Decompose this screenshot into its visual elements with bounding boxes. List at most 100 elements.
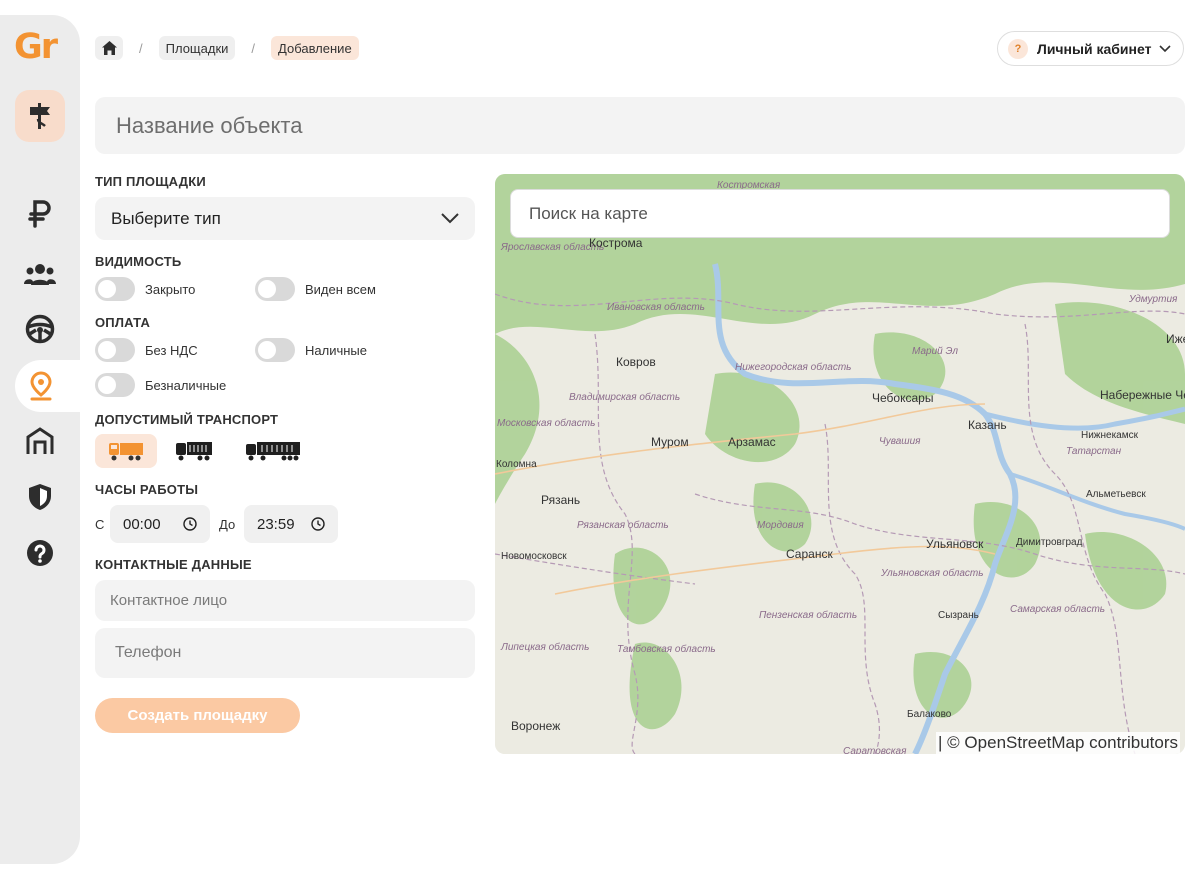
breadcrumb-separator: / [139, 40, 143, 56]
sidebar-item-help[interactable] [15, 527, 79, 579]
city-label: Коломна [496, 459, 537, 470]
city-label: Ковров [616, 355, 656, 369]
region-label: Чувашия [879, 436, 921, 447]
map-view[interactable]: Костромская Ярославская область Ивановск… [495, 174, 1185, 754]
hours-to-input[interactable]: 23:59 [244, 505, 338, 543]
region-label: Нижегородская область [735, 362, 852, 373]
city-label: Ижевск [1166, 332, 1185, 346]
sidebar-item-places[interactable] [15, 360, 81, 412]
steering-wheel-icon [25, 314, 55, 344]
contacts-label: КОНТАКТНЫЕ ДАННЫЕ [95, 557, 252, 572]
truck-medium-icon [176, 442, 212, 461]
app-logo[interactable]: Gr [14, 25, 58, 69]
city-label: Муром [651, 435, 689, 449]
region-label: Московская область [497, 418, 596, 429]
shield-icon [29, 484, 51, 510]
city-label: Димитровград [1016, 537, 1083, 548]
region-label: Тамбовская область [617, 644, 716, 655]
type-select[interactable]: Выберите тип [95, 197, 475, 240]
transport-option-truck-small[interactable] [95, 434, 157, 468]
city-label: Альметьевск [1086, 489, 1146, 500]
city-label: Рязань [541, 493, 581, 507]
city-label: Набережные Челны [1100, 388, 1185, 402]
region-label: Мордовия [757, 520, 804, 531]
breadcrumb-item-add: Добавление [271, 36, 359, 60]
region-label: Ивановская область [607, 302, 705, 313]
region-label: Владимирская область [569, 392, 681, 403]
region-label: Ульяновская область [881, 568, 984, 579]
map-attribution[interactable]: | © OpenStreetMap contributors [936, 732, 1180, 754]
toggle-switch[interactable] [95, 373, 135, 397]
account-label: Личный кабинет [1037, 40, 1152, 57]
ruble-icon [28, 200, 51, 228]
city-label: Чебоксары [872, 391, 934, 405]
clock-icon [183, 517, 197, 531]
users-icon [24, 264, 56, 285]
road-sign-icon [30, 103, 50, 129]
visibility-closed-toggle[interactable]: Закрыто [95, 277, 195, 301]
phone-input[interactable]: Телефон [95, 628, 475, 678]
city-label: Кострома [589, 236, 643, 250]
region-label: Саратовская [843, 746, 907, 754]
sidebar-item-security[interactable] [15, 471, 79, 523]
truck-small-icon [109, 443, 143, 461]
toggle-switch[interactable] [255, 338, 295, 362]
region-label: Татарстан [1066, 446, 1122, 457]
city-label: Ульяновск [926, 537, 984, 551]
region-label: Пензенская область [759, 610, 858, 621]
city-label: Новомосковск [501, 551, 567, 562]
breadcrumb-item-places[interactable]: Площадки [158, 36, 236, 60]
city-label: Арзамас [728, 435, 776, 449]
region-label: Марий Эл [912, 346, 959, 357]
toggle-switch[interactable] [95, 338, 135, 362]
sidebar: Gr [0, 15, 81, 864]
sidebar-item-warehouses[interactable] [15, 415, 79, 467]
region-label: Ярославская область [501, 242, 605, 253]
payment-cash-toggle[interactable]: Наличные [255, 338, 367, 362]
account-menu-button[interactable]: ? Личный кабинет [997, 31, 1184, 66]
map-pin-icon [30, 371, 52, 401]
transport-option-truck-medium[interactable] [168, 434, 220, 468]
region-label: Рязанская область [577, 520, 669, 531]
payment-no-vat-toggle[interactable]: Без НДС [95, 338, 198, 362]
warehouse-icon [26, 427, 54, 454]
hours-from-input[interactable]: 00:00 [110, 505, 210, 543]
truck-large-icon [246, 442, 300, 461]
toggle-label: Наличные [305, 342, 367, 358]
payment-cashless-toggle[interactable]: Безналичные [95, 373, 226, 397]
create-place-button[interactable]: Создать площадку [95, 698, 300, 733]
help-badge: ? [1008, 38, 1028, 59]
type-select-value: Выберите тип [111, 208, 221, 228]
city-label: Казань [968, 418, 1007, 432]
toggle-switch[interactable] [255, 277, 295, 301]
city-label: Сызрань [938, 610, 979, 621]
sidebar-item-users[interactable] [15, 248, 79, 300]
visibility-public-toggle[interactable]: Виден всем [255, 277, 376, 301]
type-label: ТИП ПЛОЩАДКИ [95, 174, 206, 189]
visibility-label: ВИДИМОСТЬ [95, 254, 182, 269]
city-label: Балаково [907, 709, 952, 720]
region-label: Самарская область [1010, 604, 1106, 615]
sidebar-item-finances[interactable] [15, 187, 79, 239]
chevron-down-icon [441, 213, 459, 224]
city-label: Воронеж [511, 719, 561, 733]
payment-label: ОПЛАТА [95, 315, 151, 330]
object-name-input[interactable]: Название объекта [95, 97, 1185, 154]
map-search-input[interactable]: Поиск на карте [510, 189, 1170, 238]
hours-from-label: С [95, 517, 105, 532]
toggle-switch[interactable] [95, 277, 135, 301]
contact-person-input[interactable]: Контактное лицо [95, 580, 475, 621]
city-label: Саранск [786, 547, 833, 561]
region-label: Удмуртия [1129, 294, 1178, 305]
toggle-label: Безналичные [145, 377, 227, 393]
sidebar-main-tile[interactable] [15, 90, 65, 142]
toggle-label: Без НДС [145, 342, 198, 358]
hours-to-value: 23:59 [257, 515, 295, 533]
hours-label: ЧАСЫ РАБОТЫ [95, 482, 199, 497]
chevron-down-icon [1159, 44, 1171, 52]
transport-option-truck-large[interactable] [240, 434, 306, 468]
hours-to-label: До [219, 517, 236, 532]
toggle-label: Виден всем [305, 281, 376, 297]
sidebar-item-drivers[interactable] [15, 303, 79, 355]
breadcrumb-home[interactable] [95, 36, 123, 60]
